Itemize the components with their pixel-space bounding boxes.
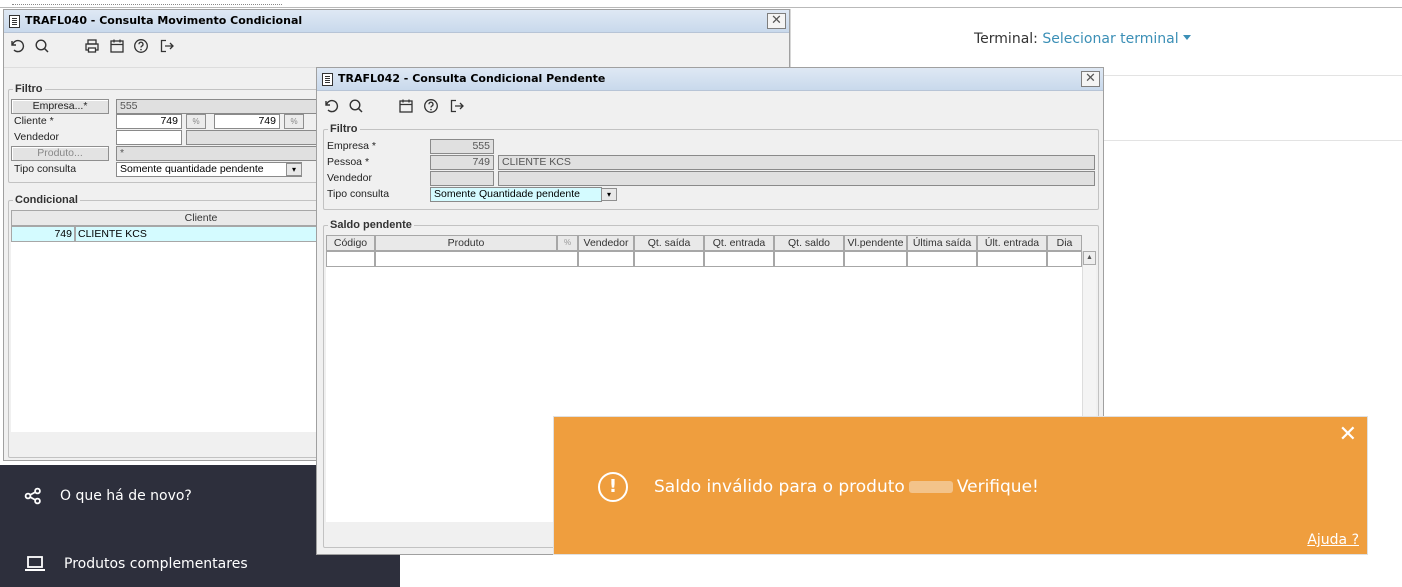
calendar-icon[interactable] [397,97,415,115]
condicional-grid-body[interactable] [11,242,331,432]
column-header-qt-saldo[interactable]: Qt. saldo [774,235,844,251]
saldo-pendente-legend: Saldo pendente [328,219,414,231]
empresa-field[interactable]: 555 [116,99,326,114]
column-header-ultima-saida[interactable]: Última saída [907,235,977,251]
vendedor-field[interactable] [116,130,182,145]
column-header-vl-pendente[interactable]: Vl.pendente [844,235,907,251]
cliente-lookup-button[interactable]: % [186,114,206,129]
pessoa-code-field[interactable]: 749 [430,155,494,170]
tipo-consulta-label: Tipo consulta [14,163,77,175]
error-toast: ✕ ! Saldo inválido para o produto Verifiq… [553,416,1368,555]
alert-circle-icon: ! [598,472,628,502]
tipo-consulta-select[interactable]: Somente quantidade pendente [116,162,302,177]
grid-cell[interactable] [1047,251,1082,267]
undo-icon[interactable] [8,37,26,55]
menu-item-produtos-complementares[interactable]: Produtos complementares [24,555,248,573]
vendedor-label: Vendedor [14,131,59,143]
terminal-label: Terminal: [974,31,1038,47]
column-header-codigo[interactable]: Código [326,235,375,251]
document-icon [322,73,333,86]
window-titlebar: TRAFL042 - Consulta Condicional Pendente… [317,68,1103,91]
column-header-ult-entrada[interactable]: Últ. entrada [977,235,1047,251]
tipo-consulta-label: Tipo consulta [327,188,390,200]
window-title: TRAFL042 - Consulta Condicional Pendente [338,72,606,85]
close-button[interactable]: ✕ [1081,71,1100,87]
condicional-legend: Condicional [13,194,80,206]
column-header-cliente[interactable]: Cliente [11,210,331,226]
grid-cell[interactable] [704,251,774,267]
row-cliente-name[interactable]: CLIENTE KCS [75,226,331,242]
grid-cell[interactable] [774,251,844,267]
pessoa-name-field: CLIENTE KCS [498,155,1095,170]
empresa-label: Empresa * [327,140,377,152]
help-link[interactable]: Ajuda ? [1307,532,1359,548]
grid-cell[interactable] [977,251,1047,267]
toast-message: Saldo inválido para o produto Verifique! [654,477,1039,497]
cliente-label: Cliente * [14,115,54,127]
calendar-icon[interactable] [108,37,126,55]
terminal-select-link[interactable]: Selecionar terminal [1042,31,1178,47]
grid-cell[interactable] [375,251,578,267]
search-icon[interactable] [33,37,51,55]
menu-item-whats-new[interactable]: O que há de novo? [24,487,192,505]
column-header-produto[interactable]: Produto [375,235,557,251]
dropdown-arrow-icon[interactable]: ▾ [286,163,302,176]
column-header-vendedor[interactable]: Vendedor [578,235,634,251]
pessoa-label: Pessoa * [327,156,370,168]
dropdown-arrow-icon[interactable]: ▾ [601,188,617,201]
grid-cell[interactable] [907,251,977,267]
grid-cell[interactable] [844,251,907,267]
toolbar [4,37,789,65]
row-cliente-code[interactable]: 749 [11,226,75,242]
exit-icon[interactable] [448,97,466,115]
close-button[interactable]: ✕ [767,13,786,29]
column-header-dia[interactable]: Dia [1047,235,1082,251]
cliente-lookup-button-2[interactable]: % [284,114,304,129]
vendedor-label: Vendedor [327,172,372,184]
produto-button[interactable]: Produto... [11,146,109,161]
exit-icon[interactable] [158,37,176,55]
column-header-qt-saida[interactable]: Qt. saída [634,235,704,251]
produto-field[interactable]: * [116,146,326,161]
filtro-legend: Filtro [13,83,45,95]
vendedor-name-field [498,171,1095,186]
laptop-icon [25,556,45,571]
window-title: TRAFL040 - Consulta Movimento Condiciona… [25,14,303,27]
grid-cell[interactable] [634,251,704,267]
window-titlebar: TRAFL040 - Consulta Movimento Condiciona… [4,10,789,33]
menu-item-label: Produtos complementares [64,556,248,572]
toast-message-text: Saldo inválido para o produto [654,477,905,497]
tipo-consulta-select[interactable]: Somente Quantidade pendente [430,187,602,202]
grid-cell[interactable] [326,251,375,267]
toolbar [317,97,1103,125]
scroll-up-icon[interactable]: ▲ [1083,251,1096,265]
vendedor-name-field [186,130,326,145]
help-icon[interactable] [132,37,150,55]
search-icon[interactable] [347,97,365,115]
cliente-to-field[interactable]: 749 [214,114,280,129]
toast-message-suffix: Verifique! [956,477,1039,497]
help-icon[interactable] [422,97,440,115]
empresa-button[interactable]: Empresa...* [11,99,109,114]
toast-close-icon[interactable]: ✕ [1339,423,1357,447]
print-icon[interactable] [83,37,101,55]
column-header-qt-entrada[interactable]: Qt. entrada [704,235,774,251]
share-icon [24,487,41,505]
caret-down-icon[interactable] [1182,34,1191,40]
undo-icon[interactable] [322,97,340,115]
column-header-lookup[interactable]: % [557,235,578,251]
cliente-from-field[interactable]: 749 [116,114,182,129]
grid-cell[interactable] [578,251,634,267]
terminal-selector[interactable]: Terminal: Selecionar terminal [974,31,1191,47]
document-icon [9,15,20,28]
vendedor-field[interactable] [430,171,494,186]
filtro-legend: Filtro [328,123,360,135]
redacted-product [908,481,953,493]
top-strip [0,0,1402,9]
menu-item-label: O que há de novo? [60,488,192,504]
empresa-field[interactable]: 555 [430,139,494,154]
